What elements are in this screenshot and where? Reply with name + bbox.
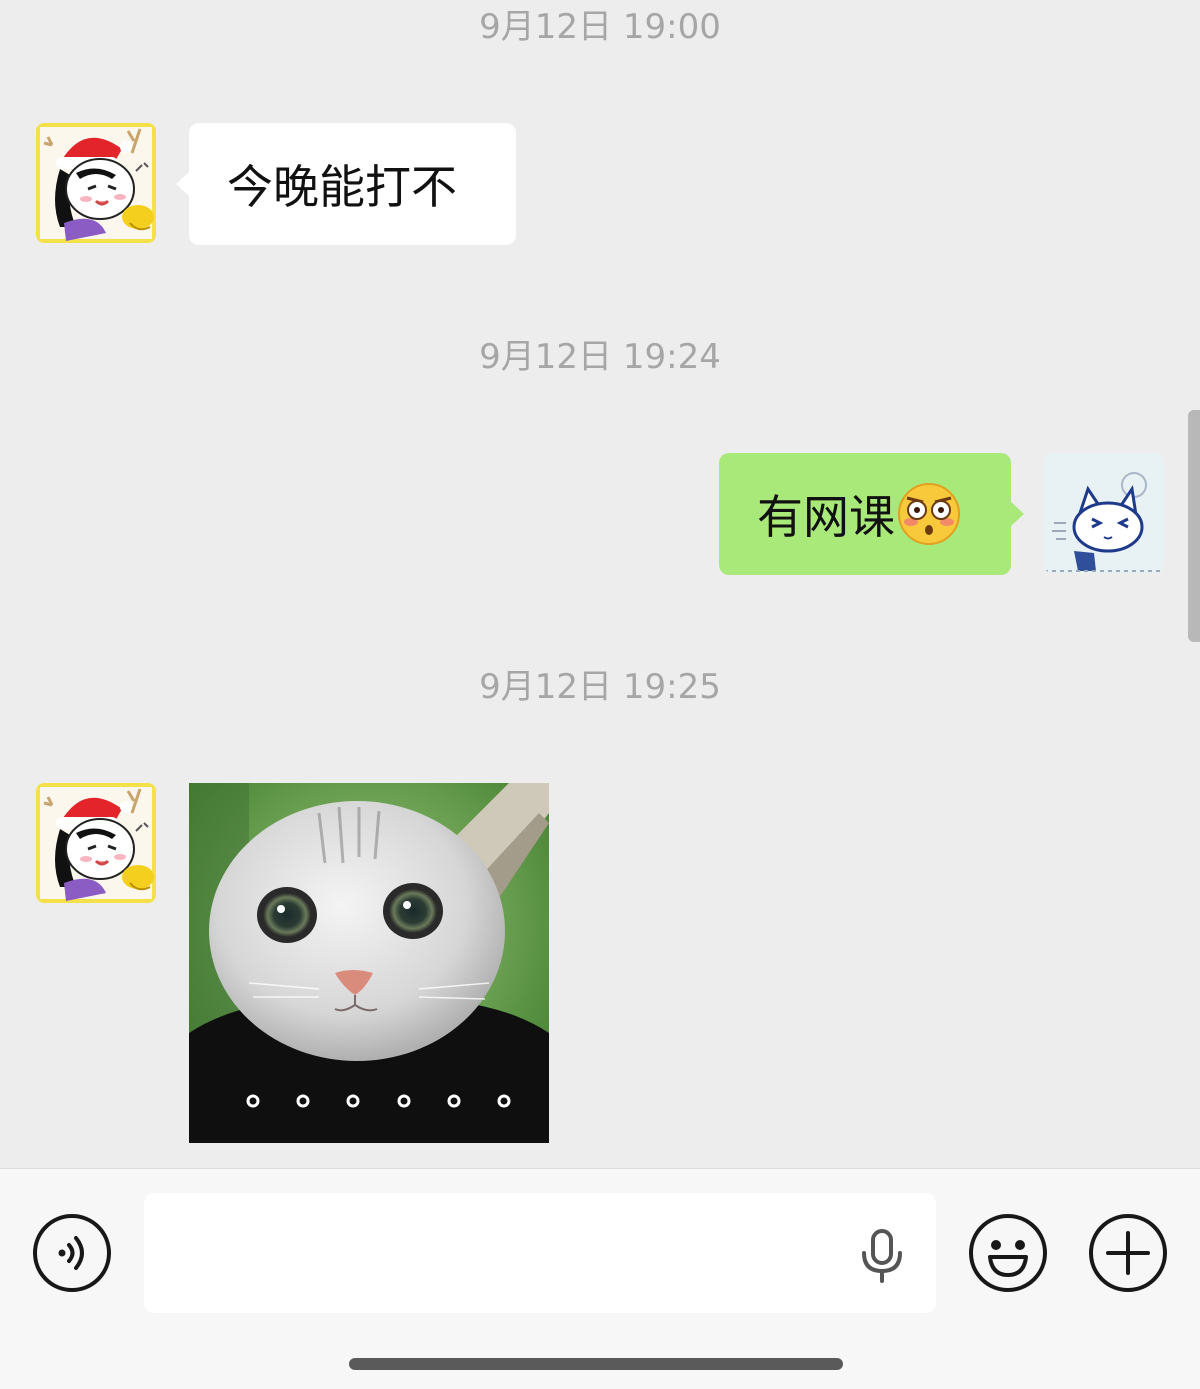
emoji-button[interactable] <box>968 1213 1048 1293</box>
chat-input-bar <box>0 1168 1200 1389</box>
message-timestamp: 9月12日 19:00 <box>479 7 721 47</box>
message-text: 今晚能打不 <box>227 160 457 214</box>
my-avatar[interactable] <box>1044 453 1164 573</box>
home-indicator[interactable] <box>349 1358 843 1370</box>
more-options-button[interactable] <box>1088 1213 1168 1293</box>
message-input[interactable] <box>144 1193 936 1313</box>
sent-message-bubble[interactable]: 有网课 <box>719 453 1024 575</box>
flushed-face-emoji-icon <box>897 482 961 546</box>
chat-scrollbar[interactable] <box>1188 410 1200 642</box>
chat-message-list[interactable]: 9月12日 19:00 今晚能打不 9月12日 19:24 有网课 9月12日 … <box>0 0 1200 1168</box>
message-text: 有网课 <box>757 490 895 544</box>
message-timestamp: 9月12日 19:24 <box>479 337 721 377</box>
voice-input-button[interactable] <box>858 1229 906 1285</box>
plus-icon <box>1089 1214 1167 1292</box>
voice-mode-button[interactable] <box>32 1213 112 1293</box>
cat-sticker-image[interactable] <box>189 783 549 1143</box>
contact-avatar[interactable] <box>36 783 156 903</box>
voice-mode-icon <box>33 1214 111 1292</box>
contact-avatar[interactable] <box>36 123 156 243</box>
received-message-bubble[interactable]: 今晚能打不 <box>176 123 516 245</box>
microphone-icon <box>862 1229 902 1283</box>
message-timestamp: 9月12日 19:25 <box>479 667 721 707</box>
emoji-icon <box>969 1214 1047 1292</box>
